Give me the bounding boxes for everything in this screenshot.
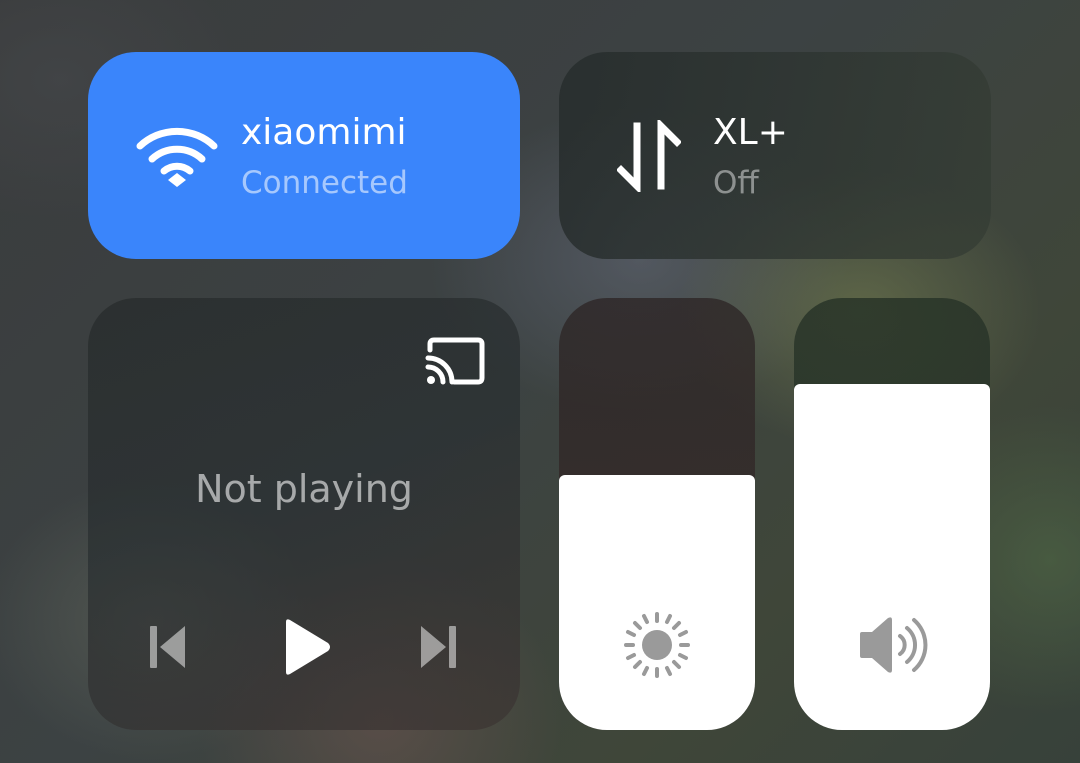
mobile-data-tile[interactable]: XL+ Off — [559, 52, 991, 259]
sun-icon — [624, 612, 690, 682]
carrier-name: XL+ — [713, 112, 788, 153]
previous-icon[interactable] — [148, 624, 188, 674]
wifi-network-name: xiaomimi — [241, 112, 407, 153]
wifi-tile[interactable]: xiaomimi Connected — [88, 52, 520, 259]
cast-icon[interactable] — [424, 336, 488, 388]
wifi-status: Connected — [241, 165, 408, 201]
media-player-tile: Not playing — [88, 298, 520, 730]
play-icon[interactable] — [280, 618, 332, 680]
next-icon[interactable] — [418, 624, 458, 674]
volume-slider[interactable] — [794, 298, 990, 730]
media-status-text: Not playing — [195, 467, 413, 511]
mobile-data-arrows-icon — [616, 117, 682, 196]
brightness-slider[interactable] — [559, 298, 755, 730]
speaker-icon — [856, 612, 928, 682]
wifi-icon — [136, 124, 218, 192]
mobile-data-status: Off — [713, 165, 759, 201]
brightness-slider-fill — [559, 475, 755, 730]
